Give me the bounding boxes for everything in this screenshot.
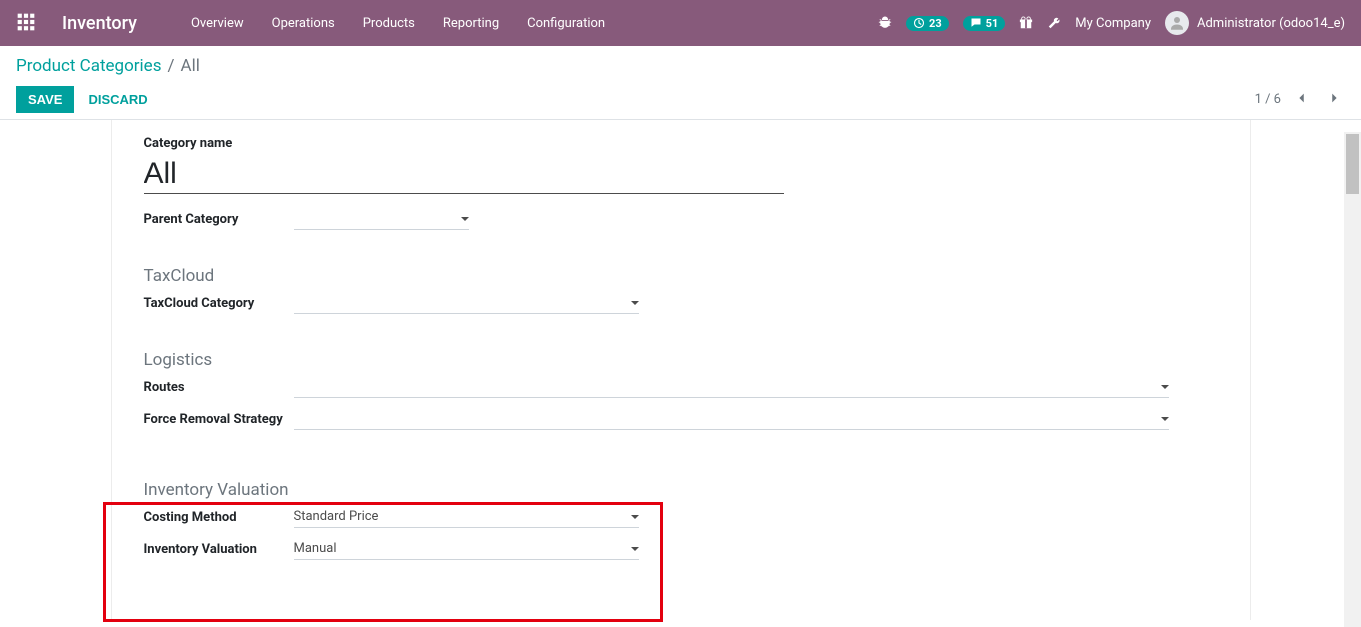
control-panel: Product Categories / All Save Discard 1 …	[0, 46, 1361, 119]
scrollbar[interactable]	[1344, 132, 1361, 627]
nav-item-configuration[interactable]: Configuration	[513, 0, 619, 46]
pager-prev[interactable]	[1291, 87, 1313, 113]
nav-menu: Overview Operations Products Reporting C…	[177, 0, 619, 46]
nav-item-products[interactable]: Products	[349, 0, 429, 46]
taxcloud-category-select[interactable]	[294, 292, 639, 314]
force-removal-strategy-label: Force Removal Strategy	[144, 412, 294, 427]
wrench-icon[interactable]	[1047, 16, 1061, 30]
user-menu[interactable]: Administrator (odoo14_e)	[1165, 11, 1345, 35]
breadcrumb: Product Categories / All	[16, 56, 1345, 76]
form-sheet: Category name Parent Category TaxCloud T…	[111, 120, 1251, 620]
control-buttons: Save Discard	[16, 86, 148, 113]
routes-label: Routes	[144, 380, 294, 395]
section-title-taxcloud: TaxCloud	[144, 266, 1218, 286]
parent-category-select[interactable]	[294, 208, 469, 230]
chevron-down-icon	[1161, 417, 1169, 421]
avatar-icon	[1165, 11, 1189, 35]
nav-item-operations[interactable]: Operations	[258, 0, 349, 46]
chat-badge[interactable]: 51	[963, 16, 1006, 31]
pager-next[interactable]	[1323, 87, 1345, 113]
category-name-input[interactable]	[144, 155, 784, 194]
breadcrumb-separator: /	[167, 56, 174, 76]
taxcloud-category-label: TaxCloud Category	[144, 296, 294, 311]
breadcrumb-current: All	[180, 56, 199, 76]
chevron-down-icon	[1161, 385, 1169, 389]
company-selector[interactable]: My Company	[1075, 16, 1151, 31]
breadcrumb-parent[interactable]: Product Categories	[16, 56, 161, 76]
gift-icon[interactable]	[1019, 16, 1033, 30]
costing-method-value: Standard Price	[294, 509, 625, 524]
pager: 1 / 6	[1255, 87, 1345, 113]
nav-item-overview[interactable]: Overview	[177, 0, 258, 46]
clock-badge-count: 23	[929, 17, 942, 30]
form-wrap: Category name Parent Category TaxCloud T…	[0, 120, 1361, 620]
bug-icon[interactable]	[878, 16, 892, 30]
inventory-valuation-value: Manual	[294, 541, 625, 556]
inventory-valuation-select[interactable]: Manual	[294, 538, 639, 560]
costing-method-select[interactable]: Standard Price	[294, 506, 639, 528]
force-removal-strategy-select[interactable]	[294, 408, 1169, 430]
apps-icon[interactable]	[16, 12, 38, 34]
discard-button[interactable]: Discard	[88, 92, 147, 107]
clock-badge[interactable]: 23	[906, 16, 949, 31]
save-button[interactable]: Save	[16, 86, 74, 113]
section-title-inventory-valuation: Inventory Valuation	[144, 480, 1218, 500]
chevron-down-icon	[631, 515, 639, 519]
section-title-logistics: Logistics	[144, 350, 1218, 370]
app-brand[interactable]: Inventory	[62, 13, 137, 34]
nav-right: 23 51 My Company Administrator (odoo14_e…	[878, 11, 1345, 35]
nav-item-reporting[interactable]: Reporting	[429, 0, 513, 46]
costing-method-label: Costing Method	[144, 510, 294, 525]
user-name: Administrator (odoo14_e)	[1197, 16, 1345, 31]
routes-select[interactable]	[294, 376, 1169, 398]
chat-badge-count: 51	[986, 17, 999, 30]
parent-category-label: Parent Category	[144, 212, 294, 227]
category-name-label: Category name	[144, 136, 1218, 151]
pager-text[interactable]: 1 / 6	[1255, 92, 1281, 107]
inventory-valuation-label: Inventory Valuation	[144, 542, 294, 557]
scrollbar-thumb[interactable]	[1346, 134, 1359, 194]
chevron-down-icon	[631, 547, 639, 551]
navbar: Inventory Overview Operations Products R…	[0, 0, 1361, 46]
chevron-down-icon	[461, 217, 469, 221]
chevron-down-icon	[631, 301, 639, 305]
